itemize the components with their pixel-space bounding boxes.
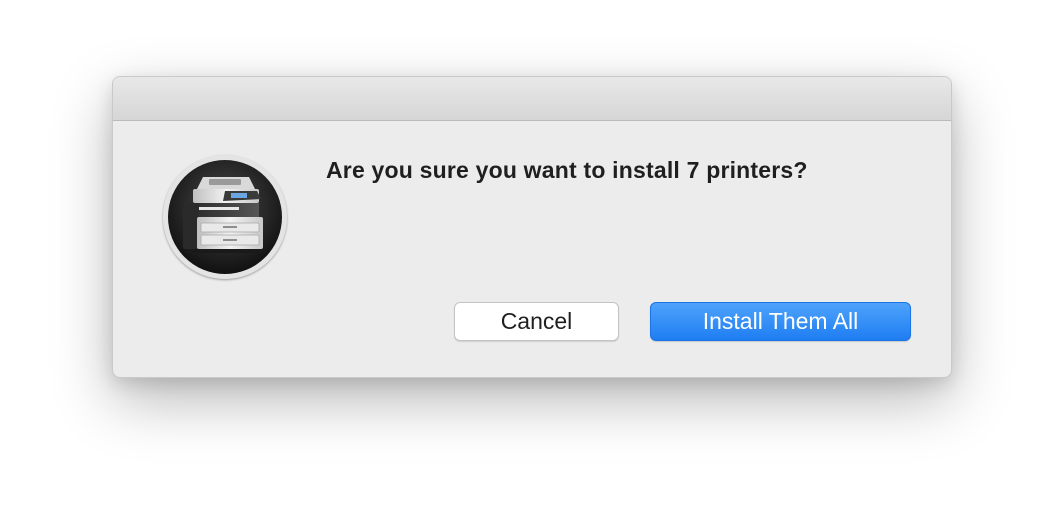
install-printers-dialog: Are you sure you want to install 7 print… xyxy=(112,76,952,378)
desktop-background: Are you sure you want to install 7 print… xyxy=(0,0,1064,526)
install-them-all-button[interactable]: Install Them All xyxy=(650,302,911,341)
printer-icon xyxy=(163,155,287,279)
cancel-button[interactable]: Cancel xyxy=(454,302,619,341)
dialog-titlebar[interactable] xyxy=(113,77,951,121)
dialog-message: Are you sure you want to install 7 print… xyxy=(326,157,808,183)
